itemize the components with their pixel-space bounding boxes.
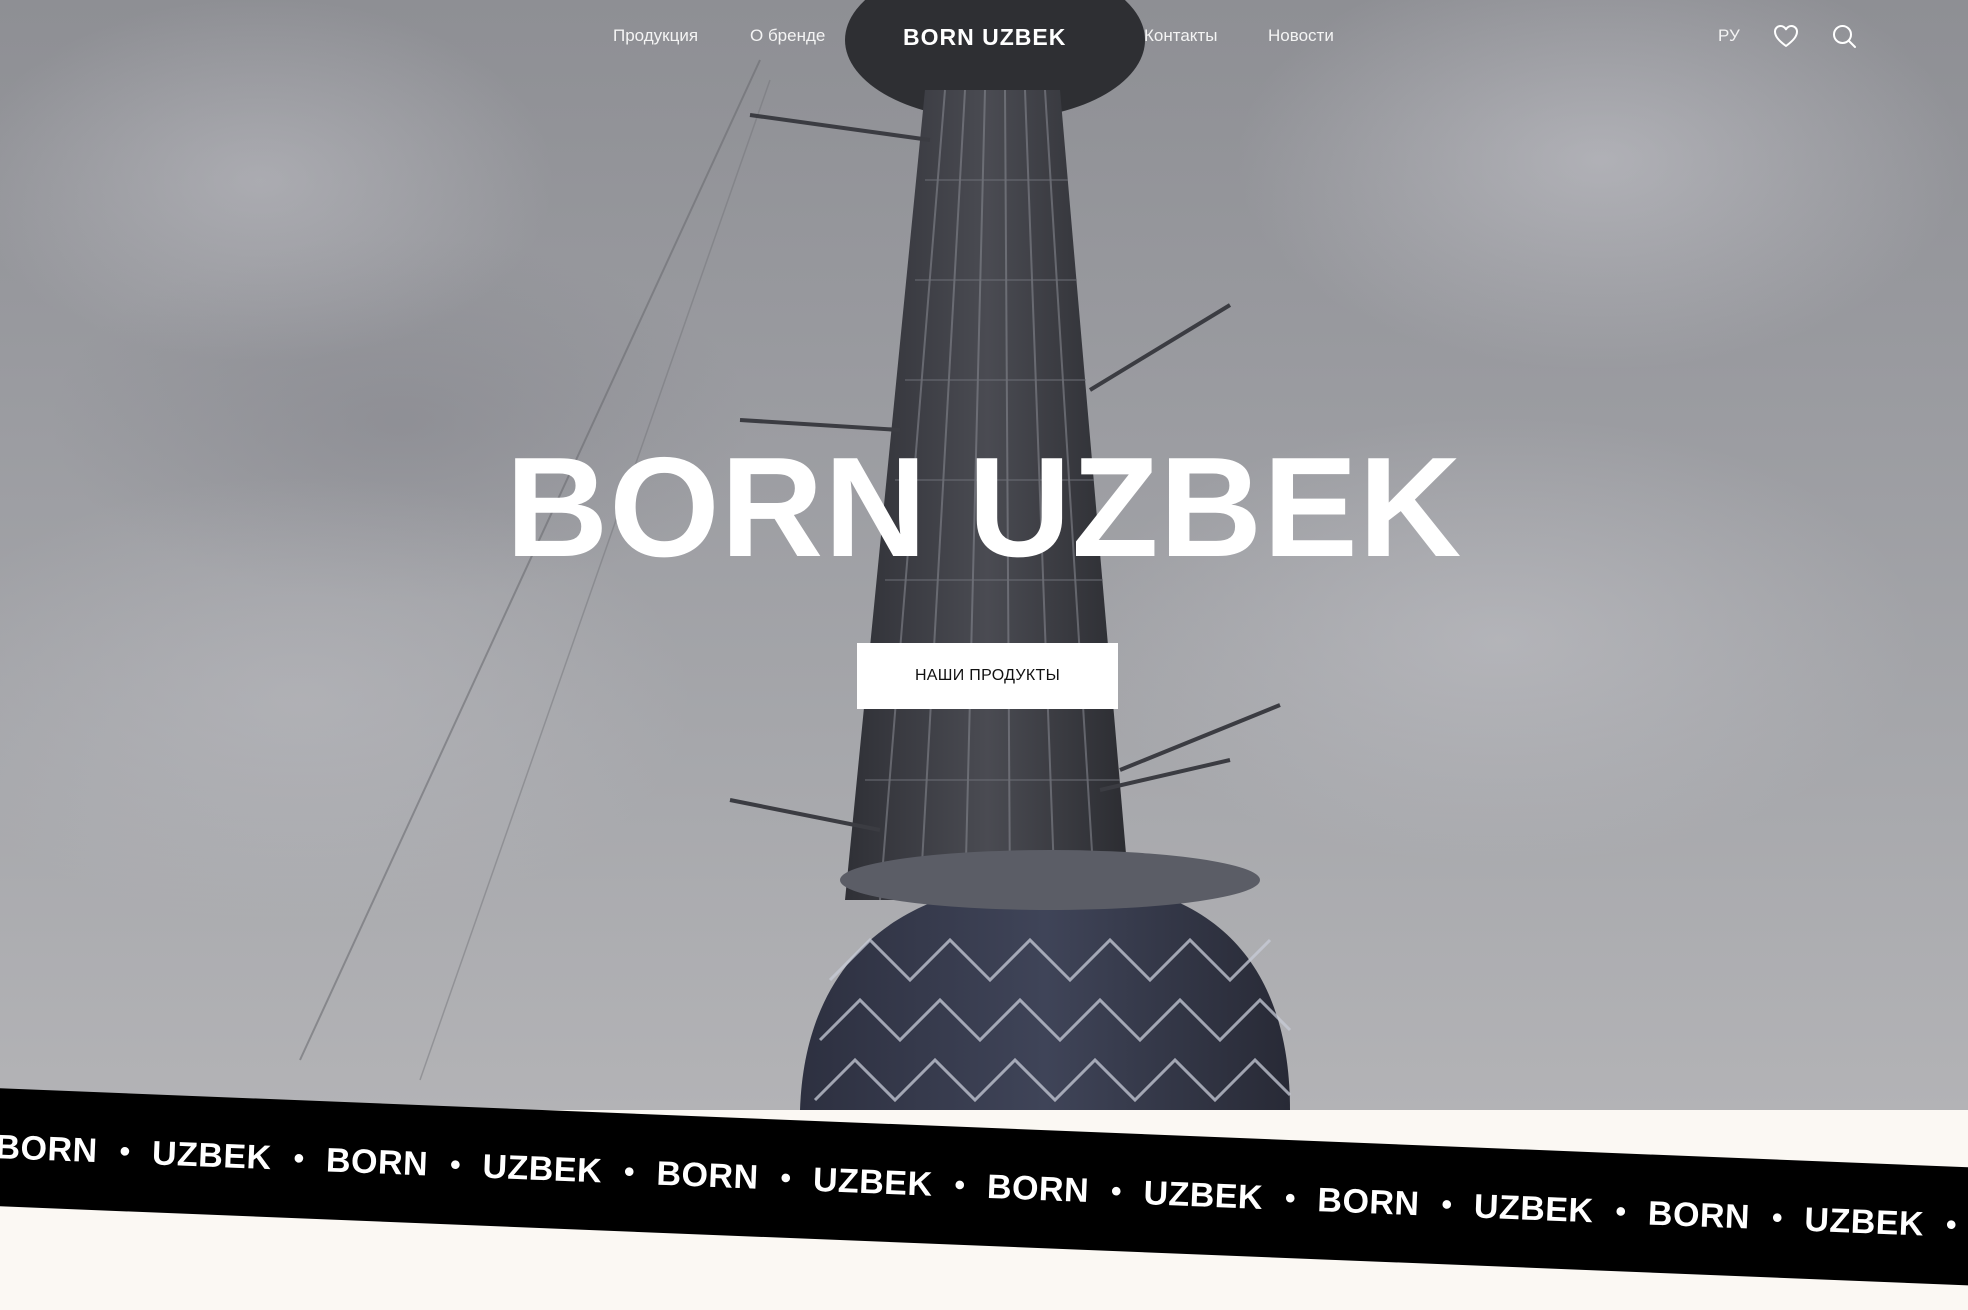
marquee-word-born: BORN (655, 1154, 760, 1197)
top-navigation: Продукция О бренде BORN UZBEK Контакты Н… (0, 0, 1968, 72)
marquee-separator: • (1614, 1195, 1627, 1229)
our-products-button[interactable]: НАШИ ПРОДУКТЫ (857, 643, 1118, 709)
marquee-separator: • (449, 1148, 462, 1182)
marquee-word-uzbek: UZBEK (812, 1160, 934, 1204)
marquee-word-uzbek: UZBEK (481, 1147, 603, 1190)
marquee-word-uzbek: UZBEK (151, 1133, 273, 1177)
marquee-separator: • (623, 1155, 636, 1189)
nav-link-news[interactable]: Новости (1268, 24, 1334, 48)
marquee-separator: • (779, 1161, 792, 1196)
marquee-word-born: BORN (325, 1140, 429, 1183)
hero-title: BORN UZBEK (505, 428, 1463, 587)
marquee-separator: • (1440, 1188, 1453, 1222)
marquee-track: BORN • UZBEK • BORN • UZBEK • BORN • UZBEK • BORN • UZ… (0, 1088, 1968, 1291)
marquee-separator: • (1110, 1174, 1123, 1209)
marquee-separator: • (292, 1142, 305, 1176)
marquee-separator: • (1771, 1201, 1784, 1235)
marquee-band: BORN • UZBEK • BORN • UZBEK • BORN • UZBEK • BORN • UZ… (0, 1085, 1968, 1292)
search-icon[interactable] (1830, 22, 1858, 50)
language-switcher[interactable]: РУ (1718, 24, 1740, 48)
heart-icon[interactable] (1772, 22, 1800, 50)
nav-link-about-brand[interactable]: О бренде (750, 24, 825, 48)
marquee-word-uzbek: UZBEK (1473, 1186, 1595, 1230)
nav-link-products[interactable]: Продукция (613, 24, 698, 48)
marquee-word-born: BORN (1316, 1180, 1421, 1223)
marquee-word-uzbek: UZBEK (1142, 1173, 1264, 1217)
page: Продукция О бренде BORN UZBEK Контакты Н… (0, 0, 1968, 1310)
marquee-separator: • (1284, 1181, 1297, 1216)
marquee-word-uzbek: UZBEK (1803, 1200, 1925, 1244)
nav-link-contacts[interactable]: Контакты (1144, 24, 1217, 48)
marquee-word-born: BORN (1647, 1193, 1751, 1237)
marquee-separator: • (118, 1135, 131, 1169)
marquee-separator: • (1945, 1208, 1958, 1242)
marquee-separator: • (953, 1168, 966, 1203)
brand-logo[interactable]: BORN UZBEK (903, 22, 1066, 52)
marquee-word-born: BORN (0, 1127, 99, 1170)
hero-section: Продукция О бренде BORN UZBEK Контакты Н… (0, 0, 1968, 1110)
marquee-word-born: BORN (986, 1167, 1090, 1210)
